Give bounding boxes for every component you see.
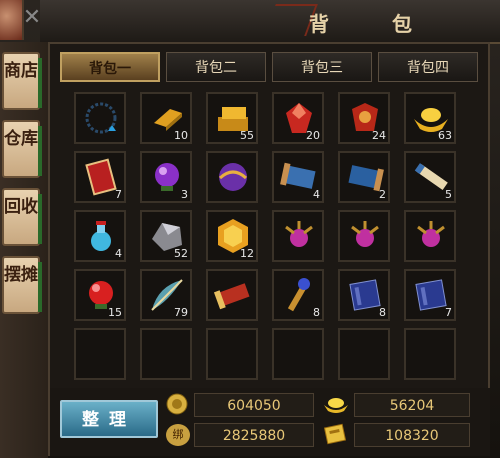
gold-amount: 604050	[194, 393, 314, 417]
voucher-amount: 108320	[354, 423, 470, 447]
close-icon[interactable]: ✕	[20, 6, 44, 30]
purple-orb-gold-icon	[218, 163, 248, 191]
side-tab-label: 摆摊	[4, 265, 38, 285]
inventory-slot[interactable]: 7	[404, 269, 456, 321]
inventory-slot[interactable]	[404, 210, 456, 262]
side-tab-label: 仓库	[4, 129, 38, 149]
gold-ingot-currency-icon	[324, 398, 348, 413]
inventory-slot[interactable]: 2	[338, 151, 390, 203]
inventory-slot[interactable]: 15	[74, 269, 126, 321]
item-count: 3	[181, 188, 188, 201]
ingot-amount: 56204	[354, 393, 470, 417]
title-bar: 背 包	[40, 0, 500, 44]
inventory-slot[interactable]: 5	[404, 151, 456, 203]
inventory-slot[interactable]	[338, 210, 390, 262]
inventory-slot[interactable]	[206, 328, 258, 380]
item-count: 55	[240, 129, 254, 142]
inventory-slot[interactable]	[74, 328, 126, 380]
inventory-slot[interactable]: 20	[272, 92, 324, 144]
necklace-icon	[85, 102, 117, 134]
red-scroll-icon	[214, 283, 250, 310]
item-count: 7	[115, 188, 122, 201]
inventory-slot[interactable]	[272, 210, 324, 262]
inventory-slot[interactable]: 24	[338, 92, 390, 144]
inventory-slot[interactable]: 3	[140, 151, 192, 203]
item-count: 79	[174, 306, 188, 319]
side-tab-label: 商店	[4, 61, 38, 81]
item-count: 2	[379, 188, 386, 201]
item-count: 24	[372, 129, 386, 142]
item-count: 15	[108, 306, 122, 319]
side-tab-label: 回收	[4, 197, 38, 217]
inventory-slot[interactable]: 4	[272, 151, 324, 203]
item-count: 8	[379, 306, 386, 319]
window-title: 背 包	[309, 12, 440, 36]
side-tab-stall[interactable]: 摆摊	[2, 256, 42, 314]
bag-tabs: 背包一 背包二 背包三 背包四	[60, 52, 490, 84]
inventory-slot[interactable]: 63	[404, 92, 456, 144]
inventory-slot[interactable]: 7	[74, 151, 126, 203]
side-tab-warehouse[interactable]: 仓库	[2, 120, 42, 178]
bound-gold-amount: 2825880	[194, 423, 314, 447]
inventory-slot[interactable]: 52	[140, 210, 192, 262]
item-count: 7	[445, 306, 452, 319]
purple-orb-claw-icon	[417, 221, 445, 247]
item-count: 10	[174, 129, 188, 142]
inventory-slot[interactable]: 8	[338, 269, 390, 321]
inventory-slot[interactable]: 8	[272, 269, 324, 321]
tab-bag-3[interactable]: 背包三	[272, 52, 372, 82]
tab-bag-1[interactable]: 背包一	[60, 52, 160, 82]
item-count: 4	[313, 188, 320, 201]
item-count: 12	[240, 247, 254, 260]
side-tab-recycle[interactable]: 回收	[2, 188, 42, 246]
inventory-slot[interactable]	[338, 328, 390, 380]
inventory-slot[interactable]: 12	[206, 210, 258, 262]
inventory-slot[interactable]	[404, 328, 456, 380]
item-count: 20	[306, 129, 320, 142]
sort-button[interactable]: 整理	[60, 400, 158, 438]
inventory-slot[interactable]: 79	[140, 269, 192, 321]
inventory-slot[interactable]: 10	[140, 92, 192, 144]
inventory-slot[interactable]	[74, 92, 126, 144]
item-count: 4	[115, 247, 122, 260]
item-count: 5	[445, 188, 452, 201]
item-count: 8	[313, 306, 320, 319]
inventory-slot[interactable]	[206, 151, 258, 203]
inventory-slot[interactable]: 55	[206, 92, 258, 144]
side-tab-shop[interactable]: 商店	[2, 52, 42, 110]
item-count: 52	[174, 247, 188, 260]
side-tab-bar: 商店 仓库 回收 摆摊	[0, 42, 48, 458]
voucher-icon	[324, 423, 346, 445]
tab-bag-4[interactable]: 背包四	[378, 52, 478, 82]
purple-orb-claw-icon	[285, 221, 313, 247]
item-count: 63	[438, 129, 452, 142]
inventory-slot[interactable]	[140, 328, 192, 380]
gold-coin-icon	[166, 393, 188, 415]
inventory-slot[interactable]	[272, 328, 324, 380]
inventory-slot[interactable]: 4	[74, 210, 126, 262]
tab-bag-2[interactable]: 背包二	[166, 52, 266, 82]
bound-gold-icon: 绑	[166, 424, 190, 446]
purple-orb-claw-icon	[351, 221, 379, 247]
inventory-slot[interactable]	[206, 269, 258, 321]
